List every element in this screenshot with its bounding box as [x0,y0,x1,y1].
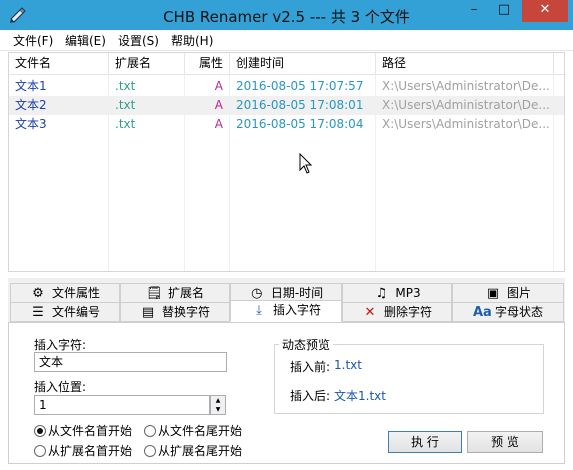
before-value: 1.txt [334,358,362,372]
maximize-button[interactable]: □ [489,0,519,22]
column-header-created[interactable]: 创建时间 [230,53,376,75]
spin-up-icon[interactable]: ▲ [211,396,225,405]
delete-x-icon: ✕ [364,305,376,320]
radio-label: 从扩展名尾开始 [158,444,243,458]
insert-char-label: 插入字符: [34,338,87,352]
cell-path: X:\Users\Administrator\De... [382,117,550,131]
tool-tabs: ⚙ 文件属性 🗒 扩展名 ◷ 日期-时间 ♫ MP3 ▣ 图片 ☰ 文件编号 ▤ 替换字符 ⤓… [8,278,565,464]
document-icon: 🗒 [145,286,163,301]
cell-extension: .txt [115,79,136,93]
tab-label: 替换字符 [161,305,210,319]
position-spinner[interactable]: ▲ ▼ [210,395,226,415]
gear-icon: ⚙ [32,286,44,301]
tab-file-attributes[interactable]: ⚙ 文件属性 [10,283,120,303]
insert-chars-panel: 插入字符: 文本 插入位置: 1 ▲ ▼ 从文件名首开始 从文件名尾开始 从扩展… [8,322,565,464]
cell-created: 2016-08-05 17:07:57 [236,79,364,93]
minimize-button[interactable]: – [459,0,489,22]
radio-label: 从文件名尾开始 [158,424,243,438]
radio-unchecked-icon [144,425,156,437]
radio-filename-end[interactable]: 从文件名尾开始 [144,422,242,439]
tab-label: 字母状态 [494,305,543,319]
radio-label: 从扩展名首开始 [48,444,133,458]
preview-button[interactable]: 预 览 [467,431,543,453]
column-header-path[interactable]: 路径 [376,53,554,75]
column-header-extension[interactable]: 扩展名 [109,53,185,75]
tab-label: 日期-时间 [270,286,324,300]
cell-filename: 文本3 [15,117,47,131]
preview-title: 动态预览 [279,336,334,353]
tab-label: 删除字符 [383,305,432,319]
radio-extension-end[interactable]: 从扩展名尾开始 [144,442,242,459]
replace-icon: ▤ [141,305,155,320]
radio-unchecked-icon [34,445,46,457]
cell-extension: .txt [115,117,136,131]
tab-mp3[interactable]: ♫ MP3 [342,283,452,303]
cell-path: X:\Users\Administrator\De... [382,98,550,112]
cell-attribute: A [214,79,223,93]
menu-file[interactable]: 文件(F) [13,32,53,49]
cell-created: 2016-08-05 17:08:01 [236,98,364,112]
table-row[interactable]: 文本3 .txt A 2016-08-05 17:08:04 X:\Users\… [9,115,564,134]
insert-position-label: 插入位置: [34,380,87,394]
tab-label: 文件属性 [51,286,100,300]
menu-help[interactable]: 帮助(H) [171,32,213,49]
menu-bar: 文件(F) 编辑(E) 设置(S) 帮助(H) [0,30,573,51]
radio-filename-start[interactable]: 从文件名首开始 [34,422,132,439]
cell-filename: 文本2 [15,98,47,112]
cell-created: 2016-08-05 17:08:04 [236,117,364,131]
tab-delete-chars[interactable]: ✕ 删除字符 [342,302,452,322]
image-icon: ▣ [486,286,500,301]
close-button[interactable]: ✕ [522,0,568,22]
insert-arrow-icon: ⤓ [256,303,262,318]
tab-extension[interactable]: 🗒 扩展名 [120,283,230,303]
table-row[interactable]: 文本2 .txt A 2016-08-05 17:08:01 X:\Users\… [9,96,564,115]
insert-position-input[interactable]: 1 [34,395,210,415]
tab-label: 图片 [506,286,531,300]
cell-filename: 文本1 [15,79,47,93]
music-file-icon: ♫ [375,286,388,301]
tab-label: 插入字符 [272,303,321,317]
cell-extension: .txt [115,98,136,112]
tab-label: MP3 [395,286,421,300]
letter-case-icon: Aa [472,305,492,320]
file-list[interactable]: 文件名 扩展名 属性 创建时间 路径 文本1 .txt A 2016-08-05… [8,52,565,272]
title-bar: CHB Renamer v2.5 --- 共 3 个文件 – □ ✕ [0,0,573,30]
radio-extension-start[interactable]: 从扩展名首开始 [34,442,132,459]
cell-attribute: A [214,98,223,112]
radio-label: 从文件名首开始 [48,424,133,438]
tab-label: 扩展名 [167,286,204,300]
execute-button[interactable]: 执 行 [388,431,462,453]
tab-letter-case[interactable]: Aa 字母状态 [452,302,564,322]
menu-settings[interactable]: 设置(S) [118,32,159,49]
cell-attribute: A [214,117,223,131]
list-header: 文件名 扩展名 属性 创建时间 路径 [9,53,564,75]
spin-down-icon[interactable]: ▼ [211,405,225,414]
after-label: 插入后: [290,389,331,403]
tab-replace-chars[interactable]: ▤ 替换字符 [120,302,230,322]
column-header-filename[interactable]: 文件名 [9,53,109,75]
radio-checked-icon [34,425,46,437]
table-row[interactable]: 文本1 .txt A 2016-08-05 17:07:57 X:\Users\… [9,77,564,96]
before-label: 插入前: [290,360,331,374]
radio-unchecked-icon [144,445,156,457]
mouse-cursor-icon [299,153,313,174]
cell-path: X:\Users\Administrator\De... [382,79,550,93]
after-value: 文本1.txt [334,389,386,403]
tab-image[interactable]: ▣ 图片 [452,283,564,303]
tab-label: 文件编号 [51,305,100,319]
numbered-list-icon: ☰ [32,305,44,320]
tab-file-number[interactable]: ☰ 文件编号 [10,302,120,322]
insert-char-input[interactable]: 文本 [34,352,227,372]
tab-insert-chars[interactable]: ⤓ 插入字符 [230,300,342,322]
menu-edit[interactable]: 编辑(E) [65,32,106,49]
column-header-attribute[interactable]: 属性 [185,53,230,75]
